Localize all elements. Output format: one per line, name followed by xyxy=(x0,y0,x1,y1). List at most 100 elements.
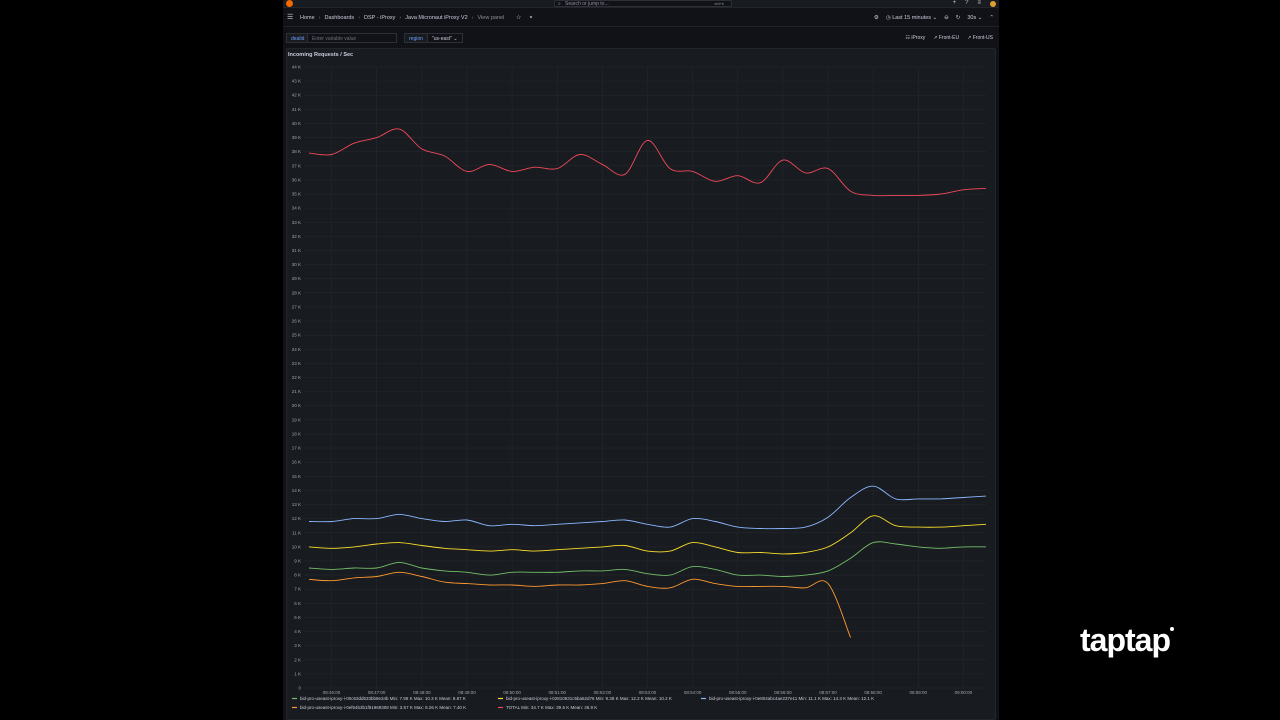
x-tick-label: 08:53:00 xyxy=(639,690,657,695)
breadcrumb-separator: › xyxy=(471,15,474,21)
y-tick-label: 31 K xyxy=(292,248,301,253)
y-tick-label: 3 K xyxy=(294,643,301,648)
y-tick-label: 35 K xyxy=(292,192,301,197)
taptap-watermark: taptap xyxy=(1080,622,1174,659)
y-tick-label: 26 K xyxy=(292,319,301,324)
rss-icon[interactable]: ≡ xyxy=(977,0,981,7)
y-tick-label: 33 K xyxy=(292,220,301,225)
region-select[interactable]: "us-east" ⌄ xyxy=(427,33,463,43)
search-input[interactable]: ⌕ Search or jump to... ctrl+k xyxy=(554,0,732,7)
y-tick-label: 4 K xyxy=(294,629,301,634)
y-tick-label: 16 K xyxy=(292,460,301,465)
avatar[interactable] xyxy=(990,1,996,7)
link-iproxy-label: iProxy xyxy=(911,35,926,41)
y-tick-label: 20 K xyxy=(292,403,301,408)
link-iproxy[interactable]: ☷ iProxy xyxy=(905,33,925,43)
y-tick-label: 15 K xyxy=(292,474,301,479)
settings-icon[interactable]: ⚙ xyxy=(874,14,879,22)
legend-item: bid-pro-useast-iproxy-i-00c63dd533bb8e34… xyxy=(300,696,466,701)
x-tick-label: 08:51:00 xyxy=(548,690,566,695)
y-tick-label: 23 K xyxy=(292,361,301,366)
x-tick-label: 08:59:00 xyxy=(910,690,928,695)
variables-bar: dealid Enter variable value region "us-e… xyxy=(283,30,999,46)
time-range-label: Last 15 minutes xyxy=(892,15,932,21)
y-tick-label: 5 K xyxy=(294,615,301,620)
dealid-input[interactable]: Enter variable value xyxy=(307,33,397,43)
dashboard-links: ☷ iProxy ↗ Front-EU ↗ Front-US xyxy=(905,33,993,43)
region-label: region xyxy=(404,33,428,43)
y-tick-label: 12 K xyxy=(292,516,301,521)
help-icon[interactable]: ? xyxy=(965,0,968,7)
y-tick-label: 22 K xyxy=(292,375,301,380)
link-front-eu[interactable]: ↗ Front-EU xyxy=(933,33,959,43)
breadcrumb-home[interactable]: Home xyxy=(300,14,315,22)
y-tick-label: 14 K xyxy=(292,488,301,493)
dealid-label: dealid xyxy=(286,33,310,43)
y-tick-label: 43 K xyxy=(292,79,301,84)
menu-icon[interactable]: ☰ xyxy=(287,14,293,21)
x-tick-label: 08:49:00 xyxy=(458,690,476,695)
breadcrumb-dashboards[interactable]: Dashboards xyxy=(325,14,355,22)
search-icon: ⌕ xyxy=(558,1,561,7)
y-tick-label: 41 K xyxy=(292,107,301,112)
y-tick-label: 9 K xyxy=(294,558,301,563)
y-tick-label: 13 K xyxy=(292,502,301,507)
y-tick-label: 21 K xyxy=(292,389,301,394)
x-tick-label: 08:48:00 xyxy=(413,690,431,695)
breadcrumb-view-panel: View panel xyxy=(477,15,505,21)
y-tick-label: 30 K xyxy=(292,262,301,267)
grafana-logo-icon[interactable] xyxy=(286,0,293,7)
y-tick-label: 39 K xyxy=(292,135,301,140)
link-front-us[interactable]: ↗ Front-US xyxy=(967,33,993,43)
legend-item: bid-pro-useast-iproxy-i-0ef64b3b1f919693… xyxy=(300,705,466,710)
x-tick-label: 08:46:00 xyxy=(323,690,341,695)
y-tick-label: 2 K xyxy=(294,657,301,662)
grafana-window: ⌕ Search or jump to... ctrl+k + ? ≡ ☰ Ho… xyxy=(283,0,999,720)
y-tick-label: 38 K xyxy=(292,149,301,154)
x-tick-label: 09:00:00 xyxy=(955,690,973,695)
breadcrumb-dashboard[interactable]: Java Micronaut iProxy V2 xyxy=(405,14,467,22)
series-line-4 xyxy=(308,571,852,638)
star-icon[interactable]: ☆ xyxy=(516,14,521,22)
share-icon[interactable]: ⭑ xyxy=(529,14,532,22)
x-tick-label: 08:50:00 xyxy=(503,690,521,695)
search-placeholder: Search or jump to... xyxy=(565,1,609,7)
y-tick-label: 32 K xyxy=(292,234,301,239)
breadcrumb-folder[interactable]: DSP - iProxy xyxy=(364,14,395,22)
timeseries-panel: Incoming Requests / Sec 01 K2 K3 K4 K5 K… xyxy=(286,48,996,720)
y-tick-label: 1 K xyxy=(294,671,301,676)
time-range-picker[interactable]: ◷ Last 15 minutes ⌄ xyxy=(886,14,937,22)
breadcrumb-separator: › xyxy=(318,15,321,21)
refresh-interval-picker[interactable]: 30s ⌄ xyxy=(967,14,982,22)
y-tick-label: 40 K xyxy=(292,121,301,126)
link-front-eu-label: Front-EU xyxy=(938,35,960,41)
y-tick-label: 8 K xyxy=(294,573,301,578)
link-front-us-label: Front-US xyxy=(972,35,993,41)
zoom-out-icon[interactable]: ⊖ xyxy=(944,14,949,22)
breadcrumb-separator: › xyxy=(358,15,361,21)
y-tick-label: 37 K xyxy=(292,163,301,168)
refresh-interval-label: 30s xyxy=(967,15,977,21)
y-tick-label: 44 K xyxy=(292,65,301,70)
brand-dot xyxy=(1170,627,1174,631)
y-tick-label: 27 K xyxy=(292,304,301,309)
collapse-icon[interactable]: ⌃ xyxy=(989,14,994,22)
region-value: "us-east" xyxy=(432,36,452,42)
top-bar: ⌕ Search or jump to... ctrl+k + ? ≡ xyxy=(283,0,999,8)
breadcrumb: Home › Dashboards › DSP - iProxy › Java … xyxy=(300,14,504,22)
legend-item: bid-pro-useast-iproxy-i-0e804abc4ae237e1… xyxy=(709,696,874,701)
brand-name: taptap xyxy=(1080,622,1171,658)
y-tick-label: 7 K xyxy=(294,587,301,592)
x-tick-label: 08:56:00 xyxy=(774,690,792,695)
plus-icon[interactable]: + xyxy=(953,0,957,7)
breadcrumb-separator: › xyxy=(399,15,402,21)
chart-svg[interactable]: 0 1 K 2 K 3 K 4 K 5 K 6 K 7 K 8 K 9 K 10 K 11 K 12 K… xyxy=(287,49,997,720)
y-tick-label: 11 K xyxy=(292,530,301,535)
y-tick-label: 19 K xyxy=(292,417,301,422)
legend-item: TOTAL Min: 34.7 K Max: 39.6 K Mean: 36.9… xyxy=(506,705,597,710)
dashboard-navbar: ☰ Home › Dashboards › DSP - iProxy › Jav… xyxy=(283,9,999,27)
refresh-icon[interactable]: ↻ xyxy=(956,14,961,22)
y-tick-label: 36 K xyxy=(292,177,301,182)
x-tick-label: 08:52:00 xyxy=(594,690,612,695)
search-shortcut: ctrl+k xyxy=(714,1,724,6)
